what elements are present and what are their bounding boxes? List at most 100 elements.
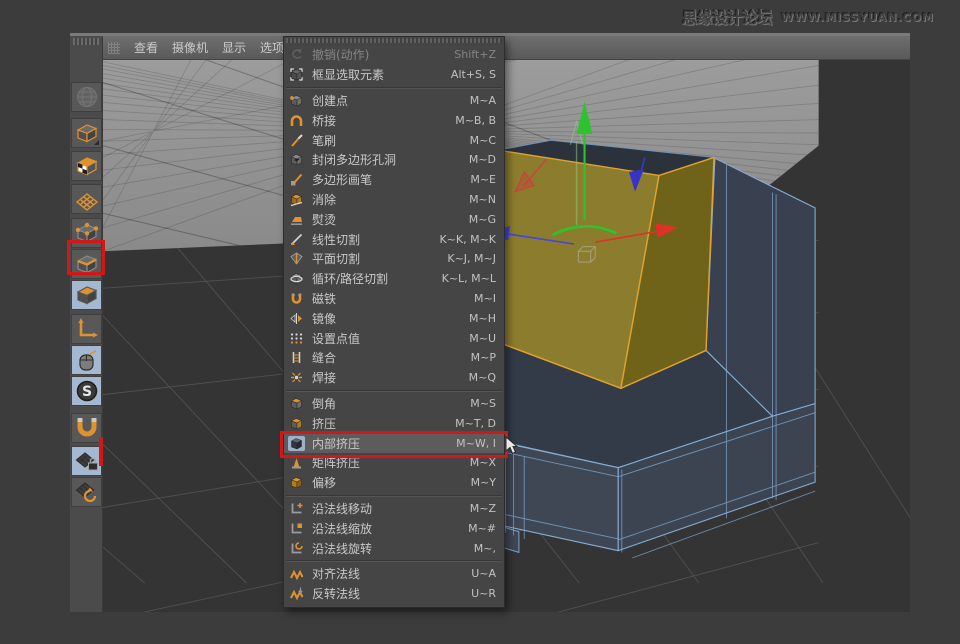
mouse-cursor [505, 436, 519, 455]
menu-item-dissolve[interactable]: 消除M~N [284, 190, 504, 210]
viewport-menu-2[interactable]: 显示 [222, 39, 246, 56]
menu-item-nscale[interactable]: 沿法线缩放M~# [284, 518, 504, 538]
toolbar-grip[interactable] [73, 38, 99, 45]
menu-item-shortcut: K~K, M~K [439, 233, 496, 246]
menu-item-label: 笔刷 [312, 132, 336, 149]
menu-item-shortcut: M~C [470, 134, 496, 147]
menu-item-label: 挤压 [312, 415, 336, 432]
menu-item-shortcut: M~E [470, 173, 496, 186]
toolbar-convert[interactable] [71, 82, 102, 112]
toolbar-texture-mode[interactable] [71, 151, 102, 181]
boxsel-icon [288, 67, 305, 82]
menu-item-stitch[interactable]: 缝合M~P [284, 348, 504, 368]
menu-item-label: 桥接 [312, 112, 336, 129]
menu-item-label: 偏移 [312, 474, 336, 491]
menu-item-label: 创建点 [312, 92, 348, 109]
menu-item-magnet[interactable]: 磁铁M~I [284, 289, 504, 309]
screenshot-root: 思缘设计论坛 WWW.MISSYUAN.COM S 查看摄像机显示选项过滤 透视… [0, 0, 960, 644]
menu-item-shortcut: M~A [470, 94, 496, 107]
menu-item-planecut[interactable]: 平面切割K~J, M~J [284, 249, 504, 269]
toolbar-polygons-mode[interactable] [71, 280, 102, 310]
menu-item-shortcut: K~J, M~J [447, 252, 496, 265]
toolbar-enable-axis[interactable] [71, 314, 102, 344]
menu-item-mirror[interactable]: 镜像M~H [284, 308, 504, 328]
menu-item-reverse[interactable]: 反转法线U~R [284, 584, 504, 604]
menu-item-shortcut: M~Z [470, 502, 496, 515]
nrot-icon [288, 541, 305, 556]
menu-item-loopcut[interactable]: 循环/路径切割K~L, M~L [284, 269, 504, 289]
loopcut-icon [288, 271, 305, 286]
viewport[interactable]: 查看摄像机显示选项过滤 透视视图 [103, 36, 910, 612]
menu-item-shortcut: K~L, M~L [442, 272, 496, 285]
menu-item-shortcut: M~G [469, 213, 496, 226]
menu-item-boxsel[interactable]: 框显选取元素Alt+S, S [284, 65, 504, 85]
menu-item-label: 对齐法线 [312, 565, 360, 582]
point-icon [288, 93, 305, 108]
menu-item-label: 倒角 [312, 395, 336, 412]
magnet-icon [288, 291, 305, 306]
linecut-icon [288, 232, 305, 247]
menu-item-bridge[interactable]: 桥接 M~B, B [284, 110, 504, 130]
menu-item-label: 多边形画笔 [312, 171, 372, 188]
menu-item-label: 撤销(动作) [312, 46, 369, 63]
menu-item-setval[interactable]: 设置点值M~U [284, 328, 504, 348]
menu-item-shortcut: M~Y [471, 476, 496, 489]
menu-tearoff-strip[interactable] [286, 38, 502, 43]
menu-item-shortcut: M~S [470, 397, 496, 410]
annotation-box-polygons-mode [67, 240, 105, 275]
toolbar-workplane-rotate[interactable] [71, 477, 102, 507]
menu-separator [286, 560, 502, 562]
mirror-icon [288, 311, 305, 326]
viewport-menu-0[interactable]: 查看 [134, 39, 158, 56]
convert-icon [74, 84, 100, 110]
menu-separator [286, 87, 502, 89]
brush-icon [288, 133, 305, 148]
menu-item-shortcut: U~A [471, 567, 496, 580]
undo-icon [288, 47, 305, 62]
nscale-icon [288, 521, 305, 536]
menu-item-label: 沿法线旋转 [312, 540, 372, 557]
toolbar-workplane-lock[interactable] [71, 446, 102, 476]
menu-item-point[interactable]: 创建点 M~A [284, 91, 504, 111]
toolbar-model-mode[interactable] [71, 118, 102, 148]
menu-item-weld[interactable]: 焊接M~Q [284, 368, 504, 388]
hole-icon [288, 152, 305, 167]
menubar-grip-icon[interactable] [108, 42, 120, 54]
extrude-icon [288, 416, 305, 431]
menu-item-linecut[interactable]: 线性切割K~K, M~K [284, 229, 504, 249]
menu-item-shortcut: M~D [469, 153, 496, 166]
toolbar-magnet[interactable] [71, 413, 102, 443]
menu-item-nrot[interactable]: 沿法线旋转 M~, [284, 538, 504, 558]
menu-item-iron[interactable]: 熨烫 M~G [284, 209, 504, 229]
magnet-icon [74, 415, 100, 441]
menu-item-label: 熨烫 [312, 211, 336, 228]
align-icon [288, 566, 305, 581]
toolbar-viewport-solo[interactable] [71, 345, 102, 375]
workplane-rotate-icon [74, 479, 100, 505]
mode-toolbar: S [70, 36, 103, 612]
nmove-icon [288, 501, 305, 516]
menu-item-offset[interactable]: 偏移 M~Y [284, 473, 504, 493]
menu-item-polypen[interactable]: 多边形画笔 M~E [284, 170, 504, 190]
menu-item-label: 设置点值 [312, 330, 360, 347]
toolbar-workplane-mode[interactable] [71, 184, 102, 214]
menu-item-hole[interactable]: 封闭多边形孔洞M~D [284, 150, 504, 170]
viewport-menubar: 查看摄像机显示选项过滤 [103, 36, 910, 60]
polypen-icon [288, 172, 305, 187]
menu-item-shortcut: M~P [471, 351, 496, 364]
enable-snap-icon: S [74, 378, 100, 404]
menu-item-nmove[interactable]: 沿法线移动M~Z [284, 499, 504, 519]
menu-item-align[interactable]: 对齐法线 U~A [284, 564, 504, 584]
menu-item-shortcut: Alt+S, S [451, 68, 496, 81]
toolbar-enable-snap[interactable]: S [71, 376, 102, 406]
menu-item-shortcut: M~, [474, 542, 496, 555]
menu-item-shortcut: M~T, D [455, 417, 496, 430]
scene-canvas[interactable] [103, 60, 910, 612]
menu-item-bevel[interactable]: 倒角 M~S [284, 394, 504, 414]
viewport-menu-3[interactable]: 选项 [260, 39, 284, 56]
menu-item-shortcut: M~B, B [455, 114, 496, 127]
menu-item-brush[interactable]: 笔刷 M~C [284, 130, 504, 150]
viewport-menu-1[interactable]: 摄像机 [172, 39, 208, 56]
watermark: 思缘设计论坛 WWW.MISSYUAN.COM [682, 7, 934, 28]
bridge-icon [288, 113, 305, 128]
